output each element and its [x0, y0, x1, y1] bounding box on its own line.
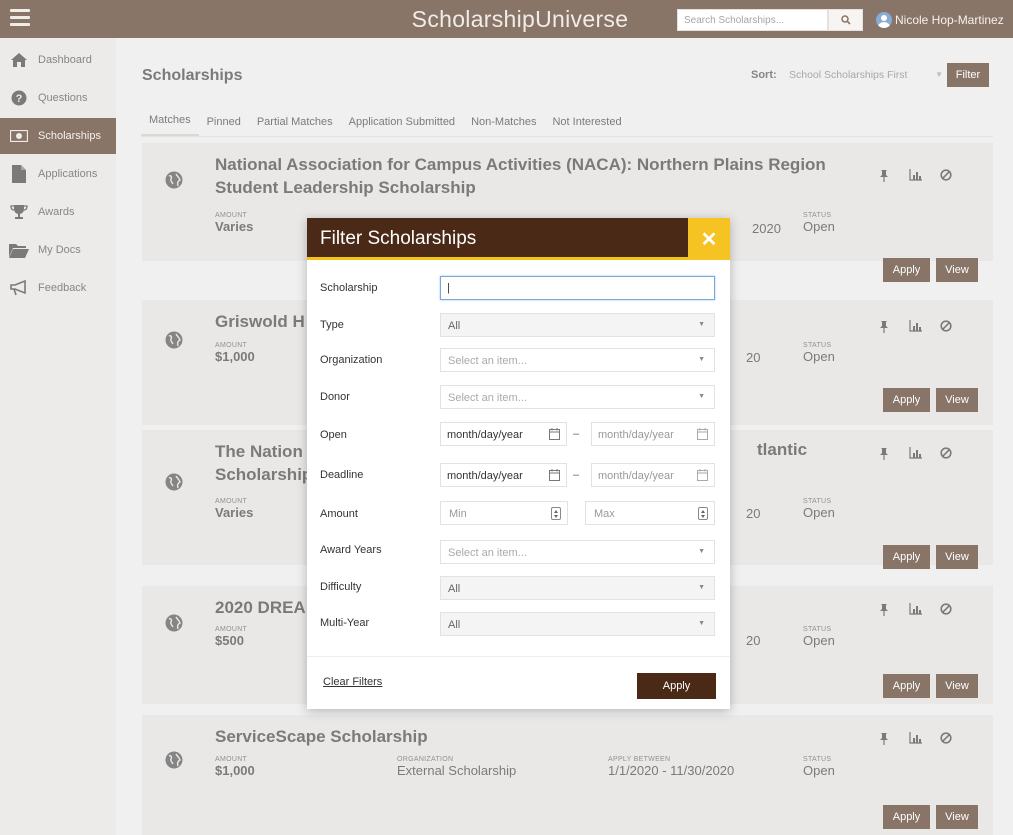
- calendar-icon[interactable]: [549, 428, 560, 440]
- difficulty-select[interactable]: All ▼: [440, 576, 715, 600]
- chevron-down-icon: ▼: [698, 584, 705, 591]
- donor-select[interactable]: Select an item... ▼: [440, 385, 715, 409]
- spinner-icon[interactable]: [698, 507, 708, 520]
- close-icon: ✕: [700, 228, 718, 251]
- close-button[interactable]: ✕: [688, 218, 730, 260]
- multi-year-label: Multi-Year: [320, 617, 370, 629]
- chevron-down-icon: ▼: [698, 620, 705, 627]
- donor-label: Donor: [320, 391, 350, 403]
- chevron-down-icon: ▼: [698, 548, 705, 555]
- open-label: Open: [320, 429, 347, 441]
- scholarship-label: Scholarship: [320, 282, 378, 294]
- filter-modal: Filter Scholarships ✕ Scholarship | Type…: [307, 218, 730, 709]
- chevron-down-icon: ▼: [698, 393, 705, 400]
- amount-label: Amount: [320, 508, 358, 520]
- amount-max-input[interactable]: Max: [585, 501, 715, 525]
- range-dash: –: [573, 428, 580, 440]
- range-dash: –: [573, 469, 580, 481]
- deadline-label: Deadline: [320, 469, 364, 481]
- calendar-icon[interactable]: [549, 469, 560, 481]
- difficulty-label: Difficulty: [320, 581, 362, 593]
- calendar-icon[interactable]: [697, 469, 708, 481]
- deadline-to-date[interactable]: month/day/year: [591, 463, 715, 487]
- award-years-select[interactable]: Select an item... ▼: [440, 540, 715, 564]
- deadline-from-date[interactable]: month/day/year: [440, 463, 567, 487]
- apply-filters-button[interactable]: Apply: [637, 673, 716, 699]
- type-select[interactable]: All ▼: [440, 313, 715, 337]
- multi-year-select[interactable]: All ▼: [440, 612, 715, 636]
- type-label: Type: [320, 319, 344, 331]
- scholarship-input[interactable]: |: [440, 276, 715, 300]
- modal-title: Filter Scholarships: [320, 228, 477, 249]
- modal-footer-divider: [307, 656, 730, 657]
- chevron-down-icon: ▼: [698, 356, 705, 363]
- amount-min-input[interactable]: Min: [440, 501, 568, 525]
- calendar-icon[interactable]: [697, 428, 708, 440]
- modal-header: Filter Scholarships ✕: [307, 218, 730, 260]
- chevron-down-icon: ▼: [698, 321, 705, 328]
- organization-label: Organization: [320, 354, 383, 366]
- open-to-date[interactable]: month/day/year: [591, 422, 715, 446]
- award-years-label: Award Years: [320, 544, 382, 556]
- clear-filters-link[interactable]: Clear Filters: [323, 676, 382, 688]
- open-from-date[interactable]: month/day/year: [440, 422, 567, 446]
- spinner-icon[interactable]: [551, 507, 561, 520]
- organization-select[interactable]: Select an item... ▼: [440, 348, 715, 372]
